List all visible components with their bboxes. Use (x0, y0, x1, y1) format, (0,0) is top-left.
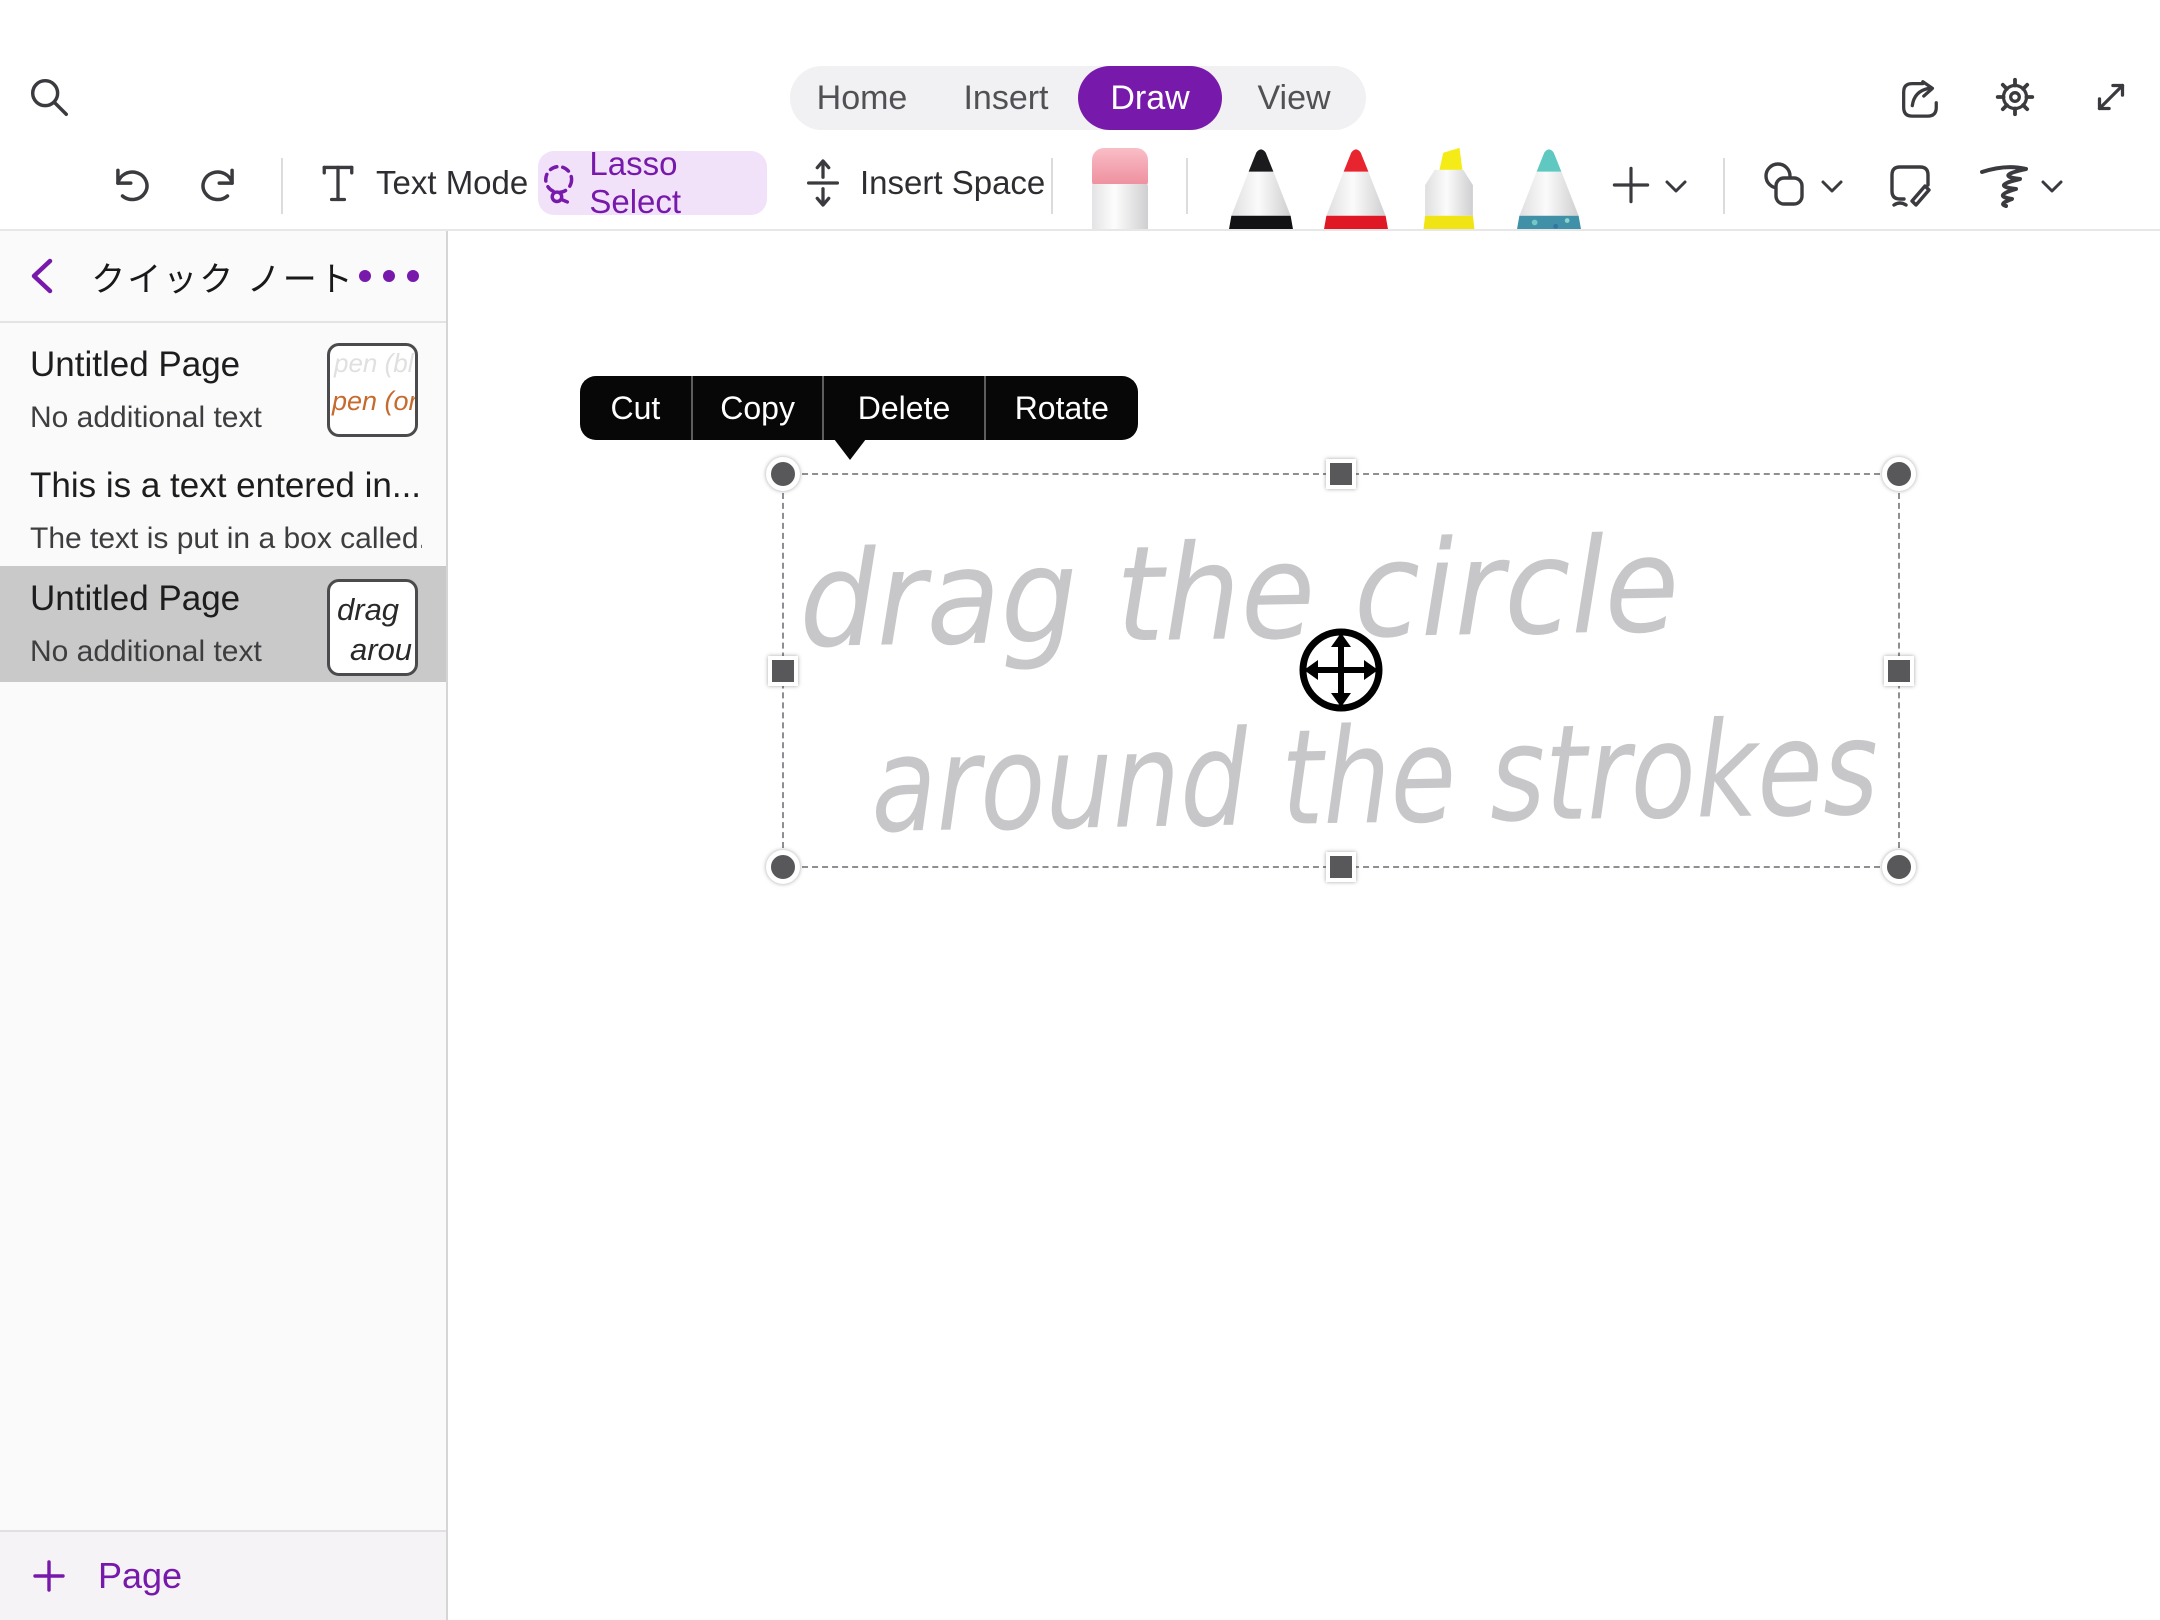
resize-handle-bottom[interactable] (1326, 852, 1356, 882)
svg-text:drag: drag (337, 592, 399, 627)
page-subtitle: No additional text (30, 401, 316, 435)
highlighter-yellow[interactable] (1404, 146, 1494, 232)
insert-space-icon (800, 157, 846, 209)
search-icon (26, 74, 72, 120)
ink-effects-button[interactable] (1976, 162, 2034, 210)
eraser-tool[interactable] (1092, 148, 1148, 232)
shapes-button[interactable] (1758, 158, 1812, 212)
onenote-app: Home Insert Draw View (0, 0, 2160, 1620)
add-page-button[interactable]: Page (0, 1530, 446, 1620)
add-page-label: Page (98, 1555, 182, 1597)
page-thumbnail[interactable]: pen (bl pen (ora (327, 343, 418, 437)
insert-space-button[interactable]: Insert Space (800, 146, 1045, 220)
share-icon[interactable] (1896, 74, 1942, 120)
search-button[interactable] (26, 74, 72, 120)
chevron-down-icon[interactable] (2038, 177, 2066, 197)
lasso-select-button[interactable]: Lasso Select (538, 151, 767, 215)
lasso-select-label: Lasso Select (589, 145, 767, 221)
eraser-body (1092, 184, 1148, 232)
tab-home[interactable]: Home (790, 66, 934, 130)
top-right-actions (1896, 74, 2134, 120)
context-menu-pointer (834, 439, 866, 460)
copy-button[interactable]: Copy (691, 376, 823, 440)
resize-handle-right[interactable] (1884, 656, 1914, 686)
tab-view[interactable]: View (1222, 66, 1366, 130)
text-mode-button[interactable]: Text Mode (316, 146, 528, 220)
insert-space-label: Insert Space (860, 164, 1045, 202)
note-canvas[interactable]: drag the circle around the strokes (448, 231, 2160, 1620)
page-subtitle: No additional text (30, 635, 316, 669)
plus-icon (32, 1559, 66, 1593)
page-title: This is a text entered in... (30, 466, 422, 506)
pen-red[interactable] (1311, 146, 1401, 232)
page-list-sidebar: クイック ノート Untitled Page No additional tex… (0, 231, 448, 1620)
page-subtitle: The text is put in a box called... (30, 522, 422, 556)
chevron-down-icon[interactable] (1818, 177, 1846, 197)
page-title: Untitled Page (30, 345, 316, 385)
move-selection-handle[interactable] (1291, 620, 1391, 720)
more-options-button[interactable] (356, 268, 422, 284)
ink-annotation-button[interactable] (1886, 159, 1936, 211)
page-list-item[interactable]: This is a text entered in... The text is… (0, 455, 446, 566)
tab-draw[interactable]: Draw (1078, 66, 1222, 130)
undo-icon[interactable] (106, 163, 150, 207)
resize-handle-left[interactable] (768, 656, 798, 686)
page-list-item-selected[interactable]: Untitled Page No additional text drag ar… (0, 566, 446, 682)
resize-handle-top-left[interactable] (766, 457, 800, 491)
resize-handle-top[interactable] (1326, 459, 1356, 489)
page-list-item[interactable]: Untitled Page No additional text pen (bl… (0, 327, 446, 453)
rotate-button[interactable]: Rotate (984, 376, 1138, 440)
text-mode-icon (316, 161, 360, 205)
svg-text:arou: arou (350, 632, 412, 667)
selection-context-menu: Cut Copy Delete Rotate (580, 376, 1138, 440)
resize-handle-top-right[interactable] (1882, 457, 1916, 491)
delete-button[interactable]: Delete (822, 376, 983, 440)
toolbar-separator (1051, 158, 1053, 214)
draw-toolbar: Text Mode Lasso Select Insert Space (0, 146, 2160, 230)
cut-button[interactable]: Cut (580, 376, 691, 440)
toolbar-separator (1186, 158, 1188, 214)
toolbar-separator (1723, 158, 1725, 214)
back-chevron-icon[interactable] (26, 256, 60, 296)
lasso-icon (538, 160, 579, 206)
pen-galaxy[interactable] (1504, 146, 1594, 232)
fullscreen-icon[interactable] (2088, 74, 2134, 120)
ribbon-tabs: Home Insert Draw View (790, 66, 1366, 130)
tab-insert[interactable]: Insert (934, 66, 1078, 130)
page-thumbnail[interactable]: drag arou (327, 579, 418, 676)
page-title: Untitled Page (30, 579, 316, 619)
pen-black[interactable] (1216, 146, 1306, 232)
sidebar-header: クイック ノート (0, 231, 446, 323)
toolbar-separator (281, 158, 283, 214)
text-mode-label: Text Mode (376, 164, 528, 202)
svg-text:pen (ora: pen (ora (331, 386, 418, 416)
resize-handle-bottom-right[interactable] (1882, 850, 1916, 884)
settings-gear-icon[interactable] (1992, 74, 2038, 120)
add-pen-button[interactable] (1610, 164, 1652, 206)
eraser-cap (1092, 148, 1148, 186)
chevron-down-icon[interactable] (1662, 177, 1690, 197)
redo-icon[interactable] (200, 163, 244, 207)
resize-handle-bottom-left[interactable] (766, 850, 800, 884)
svg-text:pen (bl: pen (bl (333, 348, 415, 378)
